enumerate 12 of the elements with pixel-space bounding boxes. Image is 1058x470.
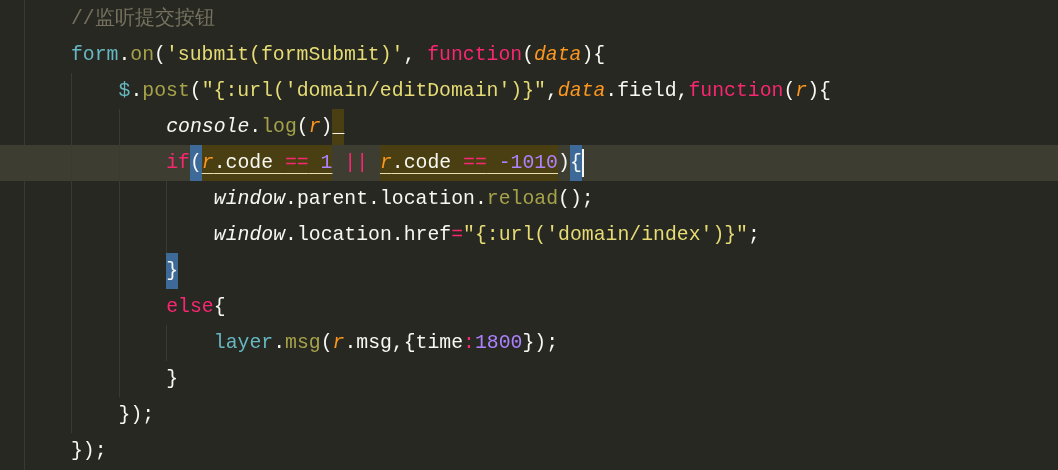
- code-line: form.on('submit(formSubmit)', function(data){: [71, 43, 606, 68]
- code-line: });: [71, 439, 107, 464]
- code-line: window.parent.location.reload();: [213, 187, 594, 212]
- code-line: });: [118, 403, 155, 428]
- code-line: console.log(r)_: [166, 109, 345, 145]
- code-line: else{: [166, 295, 226, 320]
- code-line: }: [166, 367, 179, 392]
- code-line: window.location.href="{:url('domain/index')}";: [213, 223, 760, 248]
- code-line: if(r.code == 1 || r.code == -1010){: [166, 145, 584, 181]
- code-line: layer.msg(r.msg,{time:1800});: [213, 331, 559, 356]
- code-line: $.post("{:url('domain/editDomain')}",data.field,function(r){: [118, 79, 831, 104]
- code-comment: //监听提交按钮: [71, 6, 215, 32]
